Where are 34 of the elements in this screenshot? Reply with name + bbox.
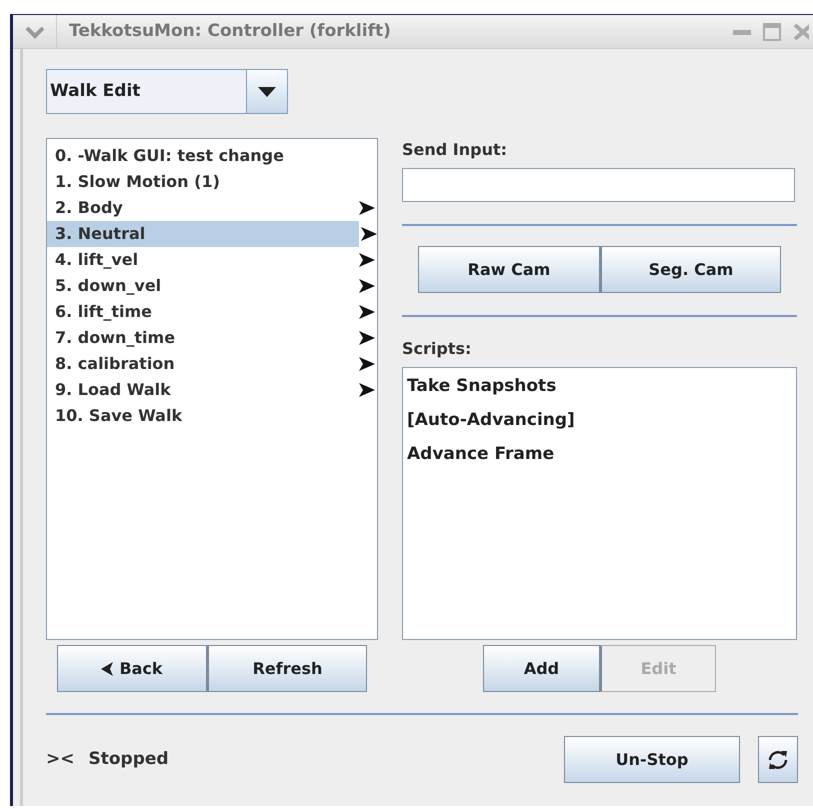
dropdown-arrow-icon xyxy=(258,86,276,96)
status-text: Stopped xyxy=(88,748,169,771)
toolbar-button[interactable]: Add xyxy=(483,645,600,692)
toolbar-button[interactable]: Refresh xyxy=(207,645,367,692)
toolbar-button[interactable]: Raw Cam xyxy=(418,246,600,293)
unstop-button[interactable]: Un-Stop xyxy=(564,736,740,783)
script-item[interactable]: Advance Frame xyxy=(407,438,792,472)
menu-item[interactable]: 10. Save Walk xyxy=(47,403,377,429)
script-item[interactable]: Take Snapshots xyxy=(407,370,792,404)
menu-item[interactable]: 0. -Walk GUI: test change xyxy=(47,143,377,169)
reconnect-button[interactable] xyxy=(758,736,798,783)
menu-item[interactable]: 7. down_time xyxy=(47,325,377,351)
menu-item[interactable]: 9. Load Walk xyxy=(47,377,377,403)
script-item[interactable]: [Auto-Advancing] xyxy=(407,404,792,438)
scripts-label: Scripts: xyxy=(402,338,472,360)
window-title: TekkotsuMon: Controller (forklift) xyxy=(69,20,392,43)
menu-item[interactable]: 2. Body xyxy=(47,195,377,221)
menu-item[interactable]: 8. calibration xyxy=(47,351,377,377)
back-arrow-icon xyxy=(101,662,114,676)
back-button[interactable]: Back xyxy=(57,645,207,692)
window-menu-icon[interactable] xyxy=(24,24,44,38)
mode-dropdown[interactable]: Walk Edit xyxy=(46,69,288,114)
minimize-icon[interactable] xyxy=(733,28,751,36)
send-input-label: Send Input: xyxy=(402,139,508,161)
menu-item[interactable]: 5. down_vel xyxy=(47,273,377,299)
menu-item[interactable]: 6. lift_time xyxy=(47,299,377,325)
menu-item[interactable]: 1. Slow Motion (1) xyxy=(47,169,377,195)
maximize-icon[interactable] xyxy=(763,22,781,40)
send-input-field[interactable] xyxy=(402,168,795,202)
close-icon[interactable] xyxy=(793,22,809,40)
status-indicator: >< xyxy=(46,748,74,771)
menu-item[interactable]: 4. lift_vel xyxy=(47,247,377,273)
toolbar-button[interactable]: Seg. Cam xyxy=(600,246,781,293)
dropdown-value: Walk Edit xyxy=(50,80,140,103)
